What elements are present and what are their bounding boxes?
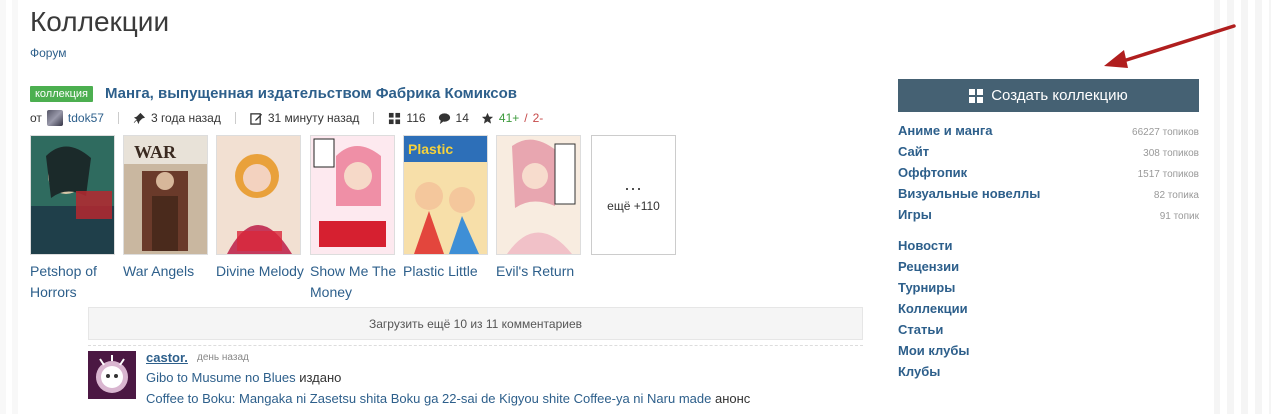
link-label: Клубы — [898, 364, 941, 379]
comment-link[interactable]: Gibo to Musume no Blues — [146, 370, 296, 385]
link-label: Статьи — [898, 322, 944, 337]
votes-minus: 2- — [532, 111, 544, 125]
cover-art-war-angels: WAR — [124, 136, 207, 254]
comment-time: день назад — [197, 352, 249, 363]
sidebar-item-visual-novels[interactable]: Визуальные новеллы 82 топика — [898, 186, 1199, 207]
edit-icon — [250, 112, 262, 125]
comment-link[interactable]: Coffee to Boku: Mangaka ni Zasetsu shita… — [146, 391, 711, 406]
divider — [234, 112, 236, 124]
grid-icon — [969, 88, 984, 103]
author-avatar[interactable] — [46, 110, 63, 126]
sidebar-item-anime-manga[interactable]: Аниме и манга 66227 топиков — [898, 123, 1199, 144]
cover-image[interactable]: WAR — [123, 135, 208, 255]
section-count: 91 топик — [1159, 211, 1199, 222]
comment-avatar[interactable] — [88, 351, 136, 399]
collection-tag[interactable]: коллекция — [30, 85, 93, 102]
cover-image[interactable] — [496, 135, 581, 255]
cover-art-petshop — [31, 136, 114, 254]
cover-art-divine-melody — [217, 136, 300, 254]
votes-plus: 41+ — [498, 111, 520, 125]
topic-header: коллекция Манга, выпущенная издательство… — [30, 85, 517, 102]
comment-line: Gibo to Musume no Blues издано — [146, 370, 341, 385]
cover-image[interactable]: Plastic — [403, 135, 488, 255]
cover-title[interactable]: Petshop of Horrors — [30, 261, 120, 303]
topic-title[interactable]: Манга, выпущенная издательством Фабрика … — [105, 85, 517, 102]
cover-art-show-me-the-money — [311, 136, 394, 254]
cover-title[interactable]: Evil's Return — [496, 261, 586, 282]
forum-links: Новости Рецензии Турниры Коллекции Стать… — [898, 238, 1199, 385]
svg-text:WAR: WAR — [134, 142, 177, 162]
section-label: Оффтопик — [898, 165, 968, 180]
load-more-comments-button[interactable]: Загрузить ещё 10 из 11 комментариев — [88, 307, 863, 340]
section-count: 1517 топиков — [1137, 169, 1199, 180]
sidebar-item-articles[interactable]: Статьи — [898, 322, 1199, 343]
cover-title[interactable]: War Angels — [123, 261, 213, 282]
by-prefix: от — [30, 111, 42, 125]
cover-image[interactable] — [216, 135, 301, 255]
link-label: Коллекции — [898, 301, 968, 316]
sidebar-item-tournaments[interactable]: Турниры — [898, 280, 1199, 301]
more-dots: ... — [624, 174, 643, 194]
section-count: 82 топика — [1153, 190, 1199, 201]
sidebar-item-offtopic[interactable]: Оффтопик 1517 топиков — [898, 165, 1199, 186]
cover-image[interactable] — [30, 135, 115, 255]
sidebar-item-site[interactable]: Сайт 308 топиков — [898, 144, 1199, 165]
show-more-covers[interactable]: ... ещё +110 — [591, 135, 676, 255]
more-label: ещё +110 — [607, 199, 660, 213]
topic-meta: от tdok57 3 года назад 31 минуту назад 1… — [30, 110, 543, 126]
section-label: Визуальные новеллы — [898, 186, 1041, 201]
grid-icon — [389, 112, 401, 124]
comment-status: издано — [295, 370, 342, 385]
author-link[interactable]: tdok57 — [68, 111, 104, 125]
divider — [373, 112, 375, 124]
breadcrumb-forum[interactable]: Форум — [30, 46, 66, 60]
cover-art-plastic-little: Plastic — [404, 136, 487, 254]
annotation-arrow-icon — [1104, 24, 1236, 68]
background-pattern-left — [0, 0, 24, 414]
star-icon — [481, 112, 493, 124]
cover-title[interactable]: Divine Melody — [216, 261, 306, 282]
sidebar-item-news[interactable]: Новости — [898, 238, 1199, 259]
sidebar-item-my-clubs[interactable]: Мои клубы — [898, 343, 1199, 364]
comment-status: анонс — [711, 391, 751, 406]
create-collection-label: Создать коллекцию — [991, 87, 1128, 104]
avatar-art — [88, 351, 136, 399]
link-label: Новости — [898, 238, 953, 253]
svg-text:Plastic: Plastic — [408, 141, 453, 157]
section-count: 308 топиков — [1143, 148, 1199, 159]
cover-title[interactable]: Plastic Little — [403, 261, 493, 282]
section-label: Аниме и манга — [898, 123, 993, 138]
section-label: Игры — [898, 207, 932, 222]
link-label: Турниры — [898, 280, 956, 295]
votes-separator: / — [524, 111, 528, 125]
comment-line: Coffee to Boku: Mangaka ni Zasetsu shita… — [146, 391, 750, 406]
link-label: Рецензии — [898, 259, 960, 274]
comments-icon — [438, 112, 450, 124]
sidebar-item-collections[interactable]: Коллекции — [898, 301, 1199, 322]
comments-count: 14 — [455, 111, 469, 125]
comments-divider — [88, 345, 863, 346]
section-count: 66227 топиков — [1132, 127, 1199, 138]
sidebar-item-games[interactable]: Игры 91 топик — [898, 207, 1199, 228]
items-count: 116 — [406, 111, 426, 125]
page-title: Коллекции — [30, 6, 170, 37]
cover-image[interactable] — [310, 135, 395, 255]
cover-art-evils-return — [497, 136, 580, 254]
forum-sections: Аниме и манга 66227 топиков Сайт 308 топик… — [898, 123, 1199, 228]
page: Коллекции Форум коллекция Манга, выпущен… — [24, 0, 1236, 414]
sidebar-item-reviews[interactable]: Рецензии — [898, 259, 1199, 280]
edited-time: 31 минуту назад — [267, 111, 360, 125]
created-time: 3 года назад — [150, 111, 221, 125]
comment-author[interactable]: castor. — [146, 350, 188, 365]
cover-title[interactable]: Show Me The Money — [310, 261, 400, 303]
create-collection-button[interactable]: Создать коллекцию — [898, 79, 1199, 112]
sidebar-item-clubs[interactable]: Клубы — [898, 364, 1199, 385]
link-label: Мои клубы — [898, 343, 970, 358]
section-label: Сайт — [898, 144, 930, 159]
divider — [117, 112, 119, 124]
pin-icon — [133, 112, 146, 124]
